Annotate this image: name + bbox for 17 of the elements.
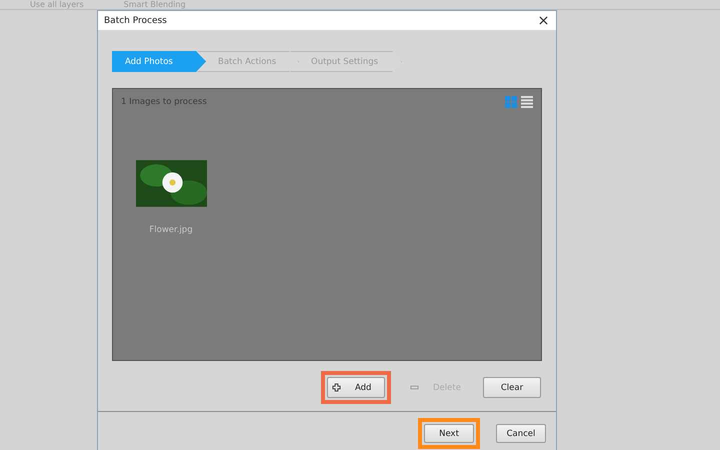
wizard-step[interactable]: Add Photos <box>112 51 206 72</box>
add-button[interactable]: Add <box>327 377 385 398</box>
minus-icon <box>410 383 419 392</box>
image-count: 1 Images to process <box>121 97 207 107</box>
close-icon[interactable] <box>539 16 548 25</box>
cancel-button[interactable]: Cancel <box>496 424 546 443</box>
clear-button[interactable]: Clear <box>483 377 541 398</box>
plus-icon <box>332 383 341 392</box>
toolbar-option[interactable]: Use all layers <box>30 1 84 9</box>
list-view-icon[interactable] <box>521 96 533 108</box>
file-name: Flower.jpg <box>149 225 193 235</box>
wizard-step[interactable]: Output Settings <box>290 51 402 72</box>
window-title: Batch Process <box>104 16 167 26</box>
next-button[interactable]: Next <box>424 424 474 443</box>
toolbar-option[interactable]: Smart Blending <box>124 1 186 9</box>
photo-placeholder[interactable] <box>136 160 206 207</box>
wizard-step[interactable]: Batch Actions <box>197 51 299 72</box>
